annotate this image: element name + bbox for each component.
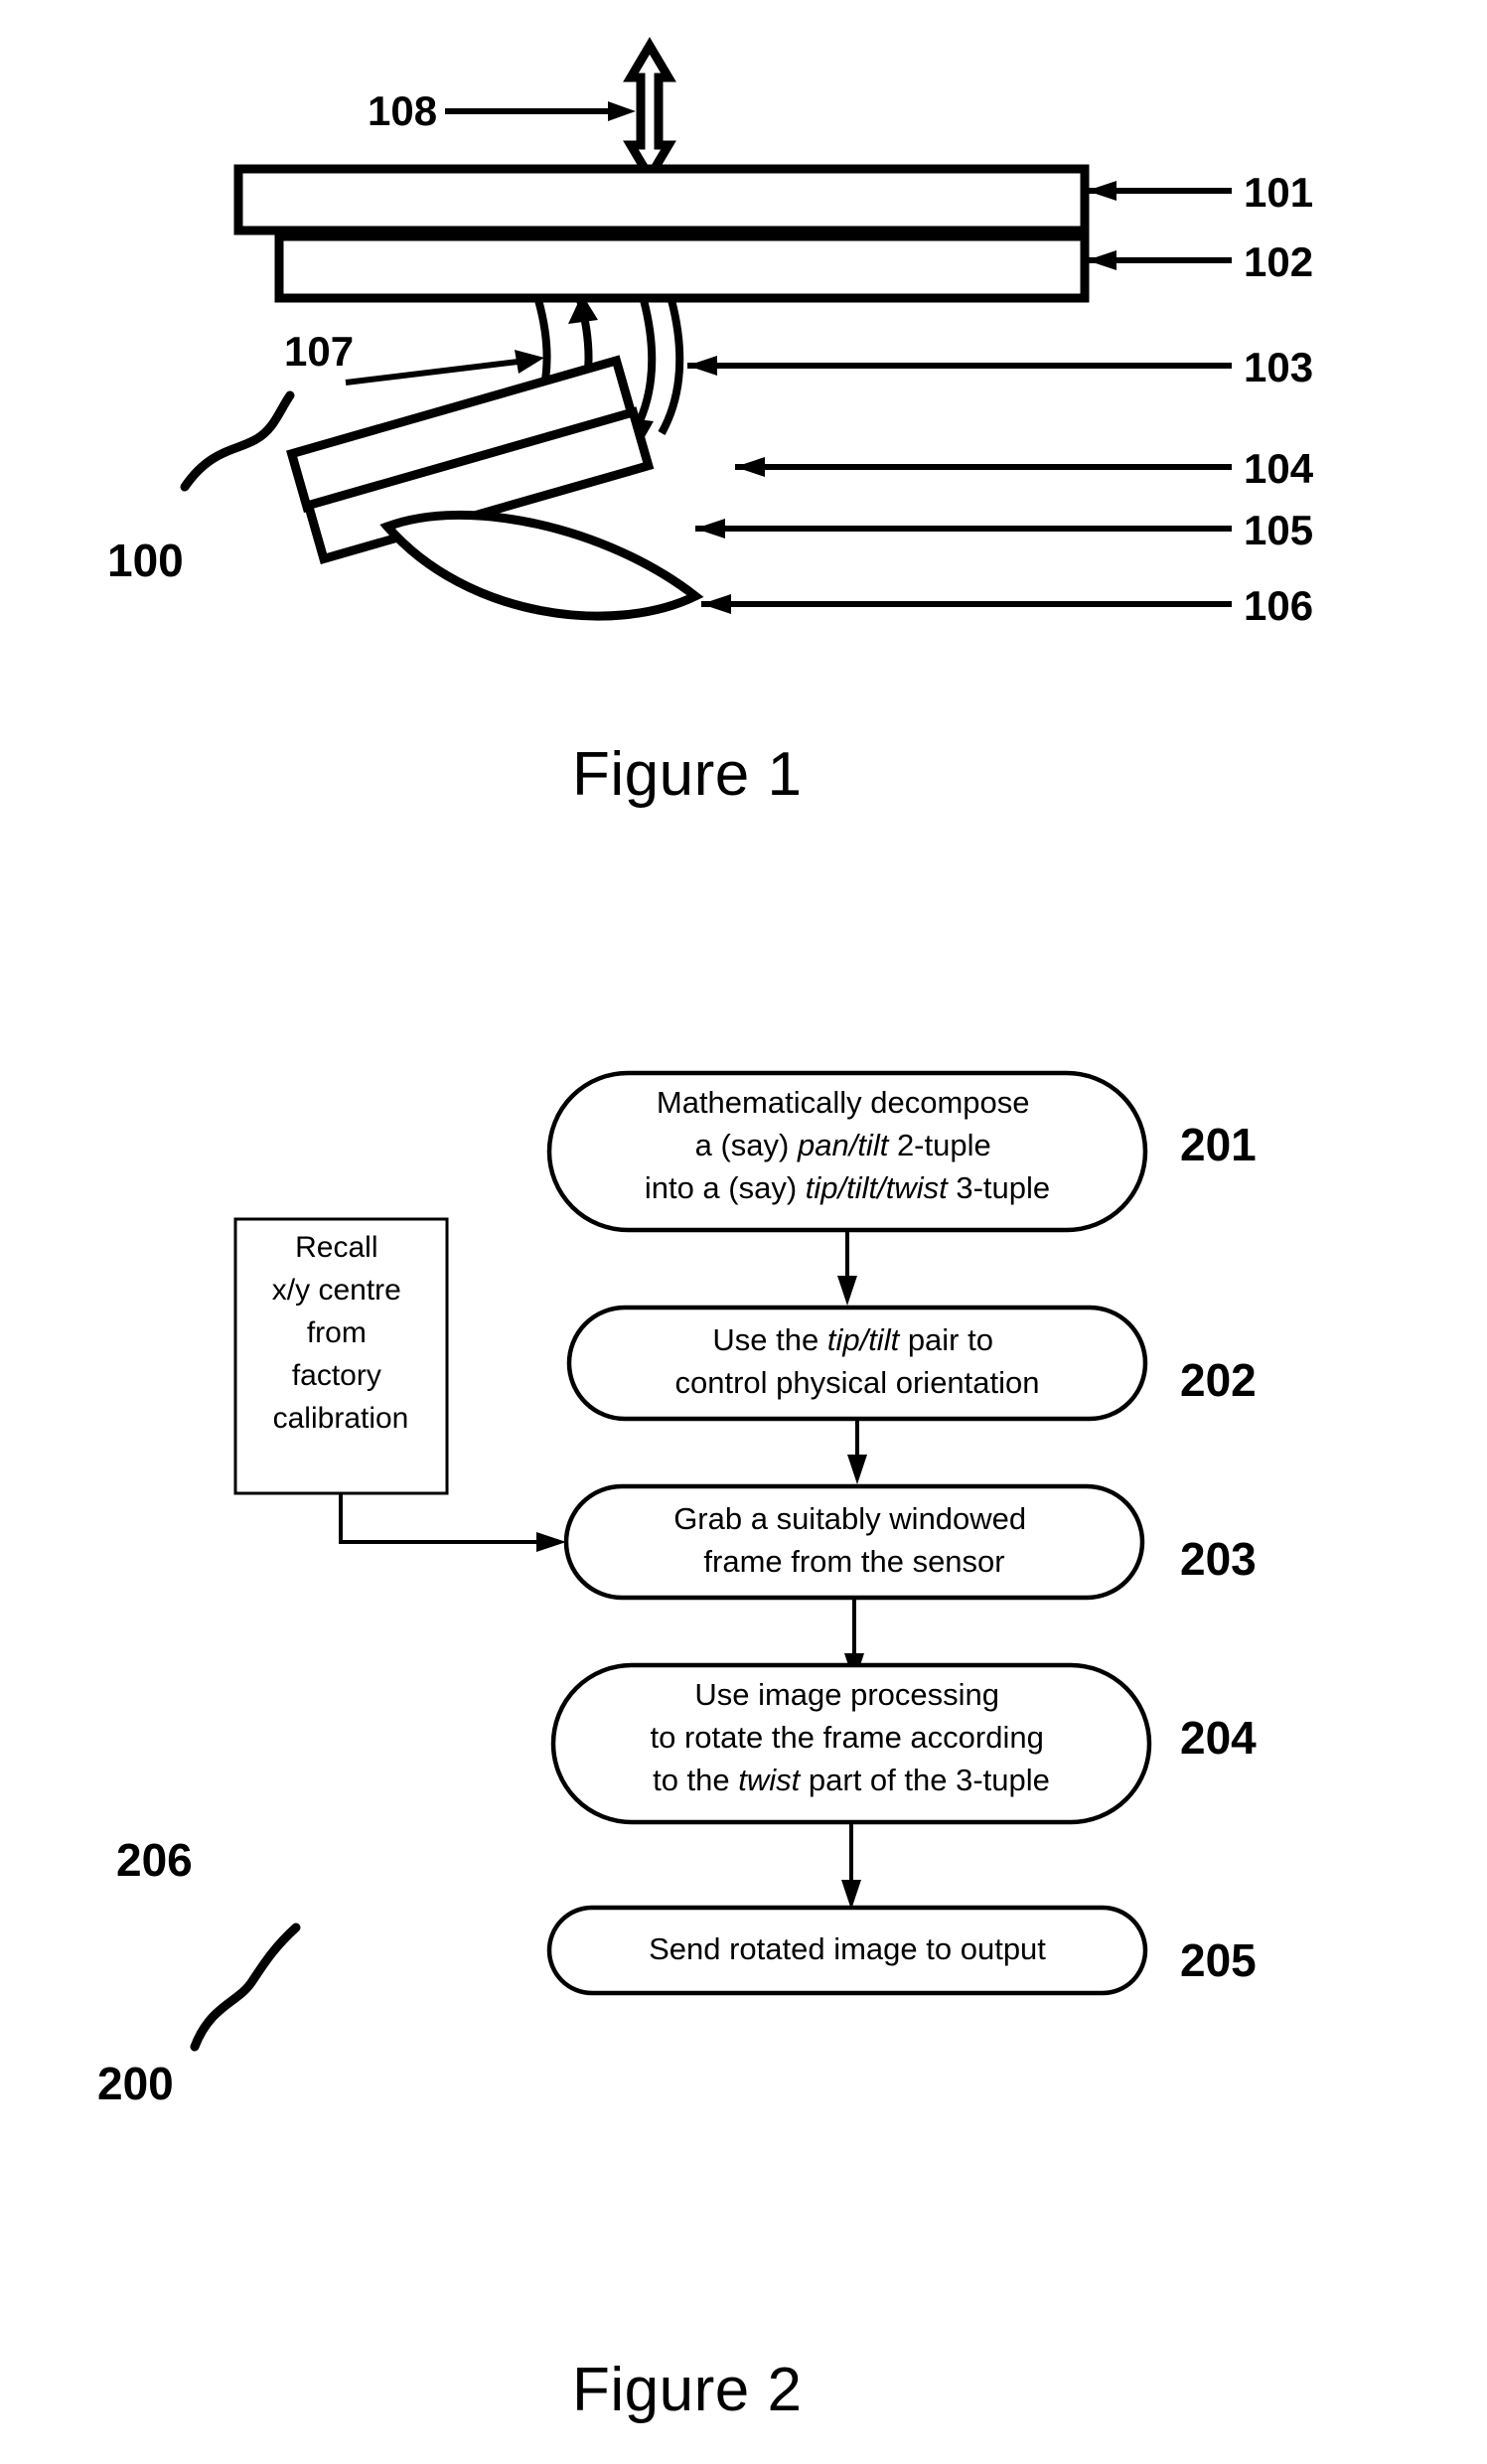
- ref-label-204: 204: [1180, 1712, 1257, 1764]
- patent-drawing-sheet: 108 107 100 101 102 103 104 105 106 Figu…: [0, 0, 1487, 2464]
- flow-node-201: Mathematically decompose a (say) pan/til…: [546, 1070, 1148, 1233]
- ref-label-206: 206: [116, 1834, 193, 1886]
- figure-2-caption: Figure 2: [572, 2356, 803, 2424]
- ref-label-202: 202: [1180, 1354, 1257, 1406]
- flow-node-205: Send rotated image to output: [546, 1905, 1148, 1996]
- assembly-leader-squiggle-100: [180, 390, 295, 492]
- flow-node-204: Use image processing to rotate the frame…: [550, 1662, 1152, 1825]
- flow-arrow-201-202-icon: [837, 1230, 857, 1306]
- ref-label-102: 102: [1244, 238, 1314, 285]
- vertical-motion-arrow-108-icon: [623, 37, 676, 186]
- flow-leader-squiggle-200: [190, 1923, 301, 2052]
- leader-107: [345, 350, 544, 385]
- ref-label-201: 201: [1180, 1119, 1257, 1170]
- flow-arrow-204-205-icon: [841, 1822, 861, 1910]
- ref-label-203: 203: [1180, 1533, 1257, 1585]
- ref-label-105: 105: [1244, 507, 1314, 553]
- ref-label-103: 103: [1244, 344, 1314, 390]
- ref-label-106: 106: [1244, 582, 1314, 629]
- figure-2-flowchart: Mathematically decompose a (say) pan/til…: [190, 1070, 1152, 2052]
- flow-arrow-206-203-icon: [339, 1493, 566, 1552]
- ref-label-107: 107: [284, 328, 355, 375]
- svg-text:Use image processing t: Use image processing to rotate the frame…: [651, 1677, 1053, 1797]
- ref-label-200: 200: [97, 2058, 174, 2109]
- ref-label-108: 108: [368, 87, 438, 134]
- flow-node-203: Grab a suitably windowed frame from the …: [563, 1483, 1145, 1601]
- ref-label-100: 100: [107, 535, 184, 586]
- lens-106: [379, 510, 704, 621]
- second-plate-102: [274, 231, 1090, 303]
- flow-node-202: Use the tip/tilt pair to control physica…: [566, 1305, 1148, 1422]
- ref-label-104: 104: [1244, 445, 1314, 492]
- ref-label-205: 205: [1180, 1934, 1257, 1986]
- figure-1-caption: Figure 1: [572, 740, 803, 809]
- top-plate-101: [233, 164, 1090, 235]
- flow-arrow-202-203-icon: [847, 1419, 867, 1484]
- ref-label-101: 101: [1244, 169, 1314, 216]
- flow-node-206: Recall x/y centre from factory calibrati…: [233, 1217, 449, 1495]
- svg-text:Mathematically decompose: Mathematically decompose a (say) pan/til…: [645, 1085, 1050, 1205]
- svg-text:Send rotated image to output: Send rotated image to output: [649, 1931, 1046, 1966]
- leader-108: [445, 101, 636, 121]
